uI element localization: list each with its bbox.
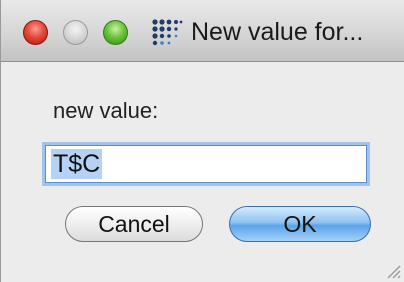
prompt-label: new value: xyxy=(53,98,159,123)
ok-button[interactable]: OK xyxy=(229,206,371,242)
dialog-window: New value for... new value: T$C Cancel O… xyxy=(0,0,404,282)
value-input[interactable]: T$C xyxy=(45,145,367,183)
zoom-button[interactable] xyxy=(103,20,128,45)
title-bar[interactable]: New value for... xyxy=(1,0,404,62)
minimize-button[interactable] xyxy=(63,20,88,45)
cancel-button[interactable]: Cancel xyxy=(65,206,203,242)
window-title: New value for... xyxy=(191,18,364,46)
value-input-text: T$C xyxy=(51,149,103,179)
resize-grip-icon[interactable] xyxy=(382,260,402,280)
app-icon xyxy=(152,19,183,46)
close-button[interactable] xyxy=(23,20,48,45)
